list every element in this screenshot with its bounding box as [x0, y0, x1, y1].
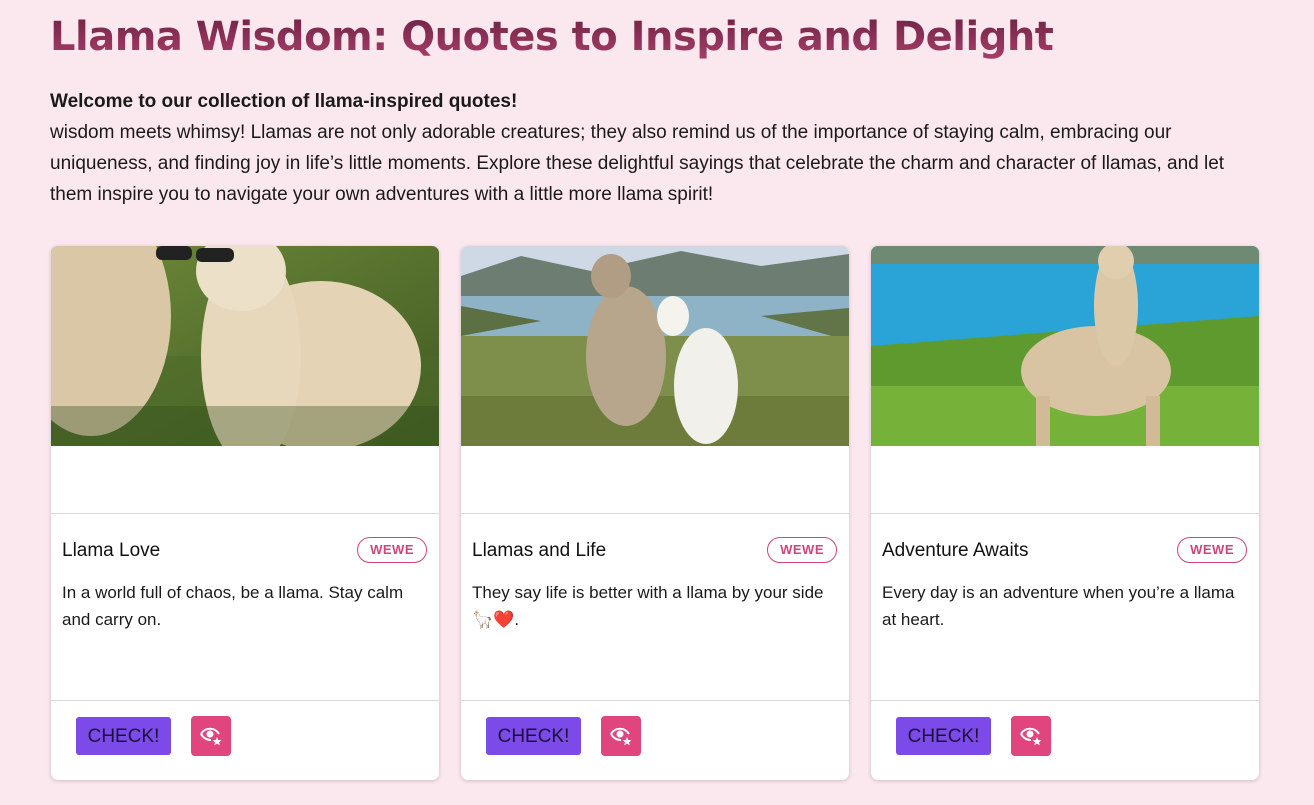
view-button[interactable] [191, 716, 231, 756]
card-image-alpacas-sunglasses [51, 246, 439, 446]
card-divider [461, 513, 849, 514]
quote-card: Llamas and Life WEWE They say life is be… [461, 246, 849, 780]
check-button[interactable]: CHECK! [896, 717, 991, 755]
quote-card: Llama Love WEWE In a world full of chaos… [51, 246, 439, 780]
card-title: Adventure Awaits [882, 540, 1029, 561]
check-button[interactable]: CHECK! [76, 717, 171, 755]
card-divider [871, 513, 1259, 514]
intro-lead: Welcome to our collection of llama-inspi… [50, 91, 518, 112]
card-quote: They say life is better with a llama by … [472, 583, 824, 629]
card-footer-divider [51, 700, 439, 701]
card-title: Llamas and Life [472, 540, 607, 561]
view-button[interactable] [601, 716, 641, 756]
page: Llama Wisdom: Quotes to Inspire and Deli… [0, 0, 1314, 805]
card-image-alpaca-blue-lake [871, 246, 1259, 446]
card-divider [51, 513, 439, 514]
card-badge: WEWE [767, 537, 837, 563]
view-button[interactable] [1011, 716, 1051, 756]
card-footer-divider [871, 700, 1259, 701]
card-quote: Every day is an adventure when you’re a … [882, 583, 1235, 629]
quote-card: Adventure Awaits WEWE Every day is an ad… [871, 246, 1259, 780]
card-footer-divider [461, 700, 849, 701]
card-quote: In a world full of chaos, be a llama. St… [62, 583, 404, 629]
card-badge: WEWE [357, 537, 427, 563]
page-title: Llama Wisdom: Quotes to Inspire and Deli… [50, 14, 1054, 60]
card-image-alpacas-lake [461, 246, 849, 446]
card-title: Llama Love [62, 540, 161, 561]
intro-body: wisdom meets whimsy! Llamas are not only… [50, 122, 1225, 205]
card-badge: WEWE [1177, 537, 1247, 563]
intro: Welcome to our collection of llama-inspi… [50, 86, 1270, 210]
check-button[interactable]: CHECK! [486, 717, 581, 755]
